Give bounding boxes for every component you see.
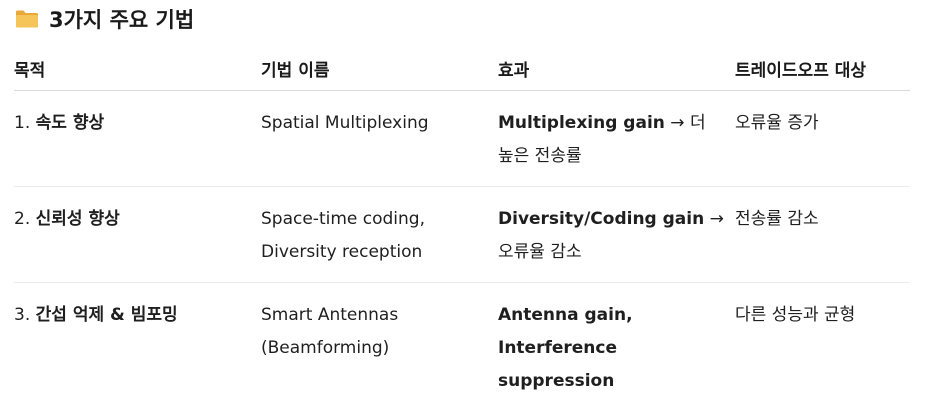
effect-gain: Diversity/Coding gain	[498, 209, 705, 229]
effect-gain: Multiplexing gain	[498, 113, 665, 133]
section-heading-text: 3가지 주요 기법	[49, 8, 195, 32]
tradeoff-cell: 다른 성능과 균형	[735, 283, 910, 412]
header-effect: 효과	[498, 48, 735, 91]
technique-label: Spatial Multiplexing	[261, 113, 429, 133]
effect-cell: Antenna gain, Interference suppression	[498, 283, 735, 412]
effect-cell: Diversity/Coding gain → 오류율 감소	[498, 186, 735, 283]
techniques-table: 목적 기법 이름 효과 트레이드오프 대상 1. 속도 향상 Spatial M…	[14, 48, 910, 411]
technique-cell: Smart Antennas (Beamforming)	[261, 283, 498, 412]
purpose-label: 간섭 억제 & 빔포밍	[35, 305, 178, 325]
technique-label: Smart Antennas (Beamforming)	[261, 305, 399, 358]
purpose-cell: 2. 신뢰성 향상	[14, 186, 261, 283]
technique-label: Space-time coding, Diversity reception	[261, 209, 425, 262]
header-technique: 기법 이름	[261, 48, 498, 91]
purpose-cell: 3. 간섭 억제 & 빔포밍	[14, 283, 261, 412]
table-row: 1. 속도 향상 Spatial Multiplexing Multiplexi…	[14, 90, 910, 187]
table-row: 3. 간섭 억제 & 빔포밍 Smart Antennas (Beamformi…	[14, 283, 910, 412]
table-header-row: 목적 기법 이름 효과 트레이드오프 대상	[14, 48, 910, 91]
table-row: 2. 신뢰성 향상 Space-time coding, Diversity r…	[14, 186, 910, 283]
effect-cell: Multiplexing gain → 더 높은 전송률	[498, 90, 735, 187]
purpose-cell: 1. 속도 향상	[14, 90, 261, 187]
section-heading: 3가지 주요 기법	[15, 4, 194, 34]
tradeoff-label: 오류율 증가	[735, 113, 819, 133]
folder-icon	[15, 9, 39, 29]
effect-gain: Antenna gain, Interference suppression	[498, 305, 633, 391]
purpose-number: 3.	[14, 305, 31, 325]
purpose-number: 2.	[14, 209, 31, 229]
purpose-label: 신뢰성 향상	[35, 209, 120, 229]
header-tradeoff: 트레이드오프 대상	[735, 48, 910, 91]
technique-cell: Spatial Multiplexing	[261, 90, 498, 187]
tradeoff-cell: 전송률 감소	[735, 186, 910, 283]
purpose-number: 1.	[14, 113, 31, 133]
technique-cell: Space-time coding, Diversity reception	[261, 186, 498, 283]
header-purpose: 목적	[14, 48, 261, 91]
tradeoff-label: 다른 성능과 균형	[735, 305, 856, 325]
purpose-label: 속도 향상	[35, 113, 105, 133]
tradeoff-cell: 오류율 증가	[735, 90, 910, 187]
tradeoff-label: 전송률 감소	[735, 209, 819, 229]
